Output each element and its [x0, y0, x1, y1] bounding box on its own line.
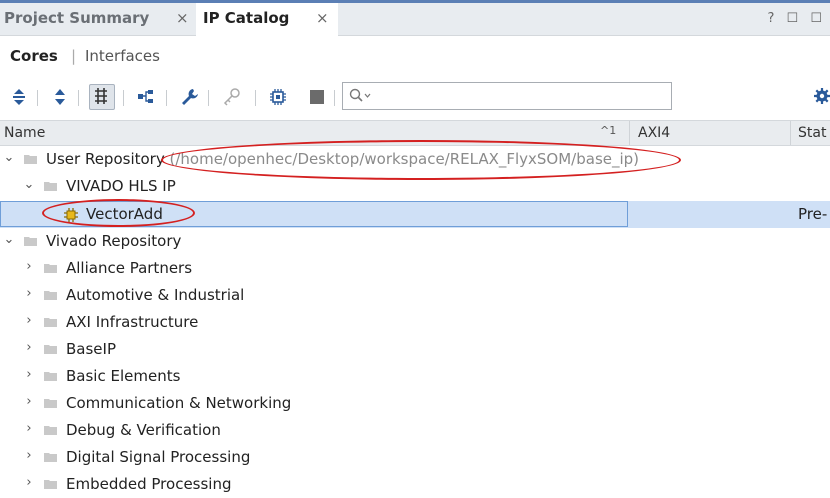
search-input[interactable] [342, 82, 672, 110]
collapse-all-icon[interactable] [8, 86, 30, 108]
folder-icon [44, 344, 57, 354]
tab-ip-catalog-label: IP Catalog [203, 9, 289, 27]
annotation-oval-repository-path [161, 140, 681, 180]
vectoradd-status: Pre- [798, 205, 827, 223]
toolbar-divider [334, 90, 335, 106]
tab-ip-catalog[interactable]: IP Catalog × [196, 3, 338, 36]
column-divider[interactable] [629, 121, 630, 145]
tree-row-vivado-repository[interactable]: ⌄ Vivado Repository [0, 228, 830, 255]
category-label: Alliance Partners [66, 259, 192, 277]
category-label: Embedded Processing [66, 475, 232, 493]
toolbar-divider [208, 90, 209, 106]
view-separator: | [71, 47, 76, 65]
chevron-right-icon[interactable]: › [22, 367, 36, 382]
sort-indicator: ^1 [600, 124, 616, 137]
flat-view-icon[interactable] [89, 84, 115, 110]
tree-row-category[interactable]: › Debug & Verification [0, 417, 830, 444]
hierarchy-icon[interactable] [135, 86, 157, 108]
folder-icon [24, 154, 37, 164]
chevron-right-icon[interactable]: › [22, 340, 36, 355]
chevron-right-icon[interactable]: › [22, 286, 36, 301]
chevron-down-icon[interactable]: ⌄ [22, 177, 36, 192]
tree-row-category[interactable]: › Communication & Networking [0, 390, 830, 417]
category-label: Basic Elements [66, 367, 180, 385]
vivado-hls-ip-label: VIVADO HLS IP [66, 177, 176, 195]
chevron-right-icon[interactable]: › [22, 259, 36, 274]
column-divider[interactable] [790, 121, 791, 145]
close-icon[interactable]: × [176, 3, 189, 34]
folder-icon [44, 452, 57, 462]
vivado-repository-label: Vivado Repository [46, 232, 181, 250]
folder-icon [44, 263, 57, 273]
window-tools: ? ☐ ☐ [768, 3, 830, 35]
folder-icon [44, 398, 57, 408]
maximize-button[interactable]: ☐ [810, 3, 822, 34]
view-switcher: Cores | Interfaces [0, 36, 830, 74]
category-label: Communication & Networking [66, 394, 291, 412]
folder-icon [44, 290, 57, 300]
tree-row-category[interactable]: › Embedded Processing [0, 471, 830, 498]
help-button[interactable]: ? [768, 3, 775, 34]
toolbar-divider [255, 90, 256, 106]
tab-project-summary[interactable]: Project Summary × [0, 3, 196, 35]
tree-row-category[interactable]: › AXI Infrastructure [0, 309, 830, 336]
chevron-down-icon[interactable]: ⌄ [2, 150, 16, 165]
search-icon [349, 88, 373, 104]
tab-project-summary-label: Project Summary [4, 9, 149, 27]
category-label: Automotive & Industrial [66, 286, 244, 304]
toolbar-divider [166, 90, 167, 106]
toolbar-divider [37, 90, 38, 106]
chevron-right-icon[interactable]: › [22, 448, 36, 463]
tree-row-category[interactable]: › Alliance Partners [0, 255, 830, 282]
status-column-header[interactable]: Stat [798, 125, 826, 141]
folder-icon [44, 479, 57, 489]
name-column-header[interactable]: Name [4, 125, 45, 141]
category-label: Digital Signal Processing [66, 448, 250, 466]
chip-icon[interactable] [267, 86, 289, 108]
folder-icon [24, 236, 37, 246]
gear-icon[interactable] [813, 87, 830, 109]
folder-icon [44, 317, 57, 327]
restore-button[interactable]: ☐ [787, 3, 799, 34]
folder-icon [44, 425, 57, 435]
chevron-down-icon[interactable]: ⌄ [2, 232, 16, 247]
chevron-right-icon[interactable]: › [22, 313, 36, 328]
expand-all-icon[interactable] [49, 86, 71, 108]
wrench-icon[interactable] [178, 86, 200, 108]
axi4-column-header[interactable]: AXI4 [638, 125, 670, 141]
key-icon[interactable] [221, 86, 243, 108]
category-label: BaseIP [66, 340, 116, 358]
toolbar-divider [123, 90, 124, 106]
cores-tab[interactable]: Cores [10, 47, 58, 65]
chevron-right-icon[interactable]: › [22, 394, 36, 409]
tab-bar: Project Summary × IP Catalog × ? ☐ ☐ [0, 3, 830, 36]
chevron-right-icon[interactable]: › [22, 475, 36, 490]
chevron-right-icon[interactable]: › [22, 421, 36, 436]
folder-icon [44, 371, 57, 381]
folder-icon [44, 181, 57, 191]
tree-row-category[interactable]: › Automotive & Industrial [0, 282, 830, 309]
annotation-oval-vectoradd [42, 199, 195, 227]
interfaces-tab[interactable]: Interfaces [85, 47, 160, 65]
user-repository-name: User Repository [46, 150, 165, 168]
toolbar [0, 78, 830, 116]
category-label: Debug & Verification [66, 421, 221, 439]
tree-row-category[interactable]: › Basic Elements [0, 363, 830, 390]
category-label: AXI Infrastructure [66, 313, 198, 331]
stop-icon[interactable] [306, 86, 328, 108]
tree-row-category[interactable]: › BaseIP [0, 336, 830, 363]
close-icon[interactable]: × [316, 3, 329, 34]
tree-row-category[interactable]: › Digital Signal Processing [0, 444, 830, 471]
toolbar-divider [78, 90, 79, 106]
